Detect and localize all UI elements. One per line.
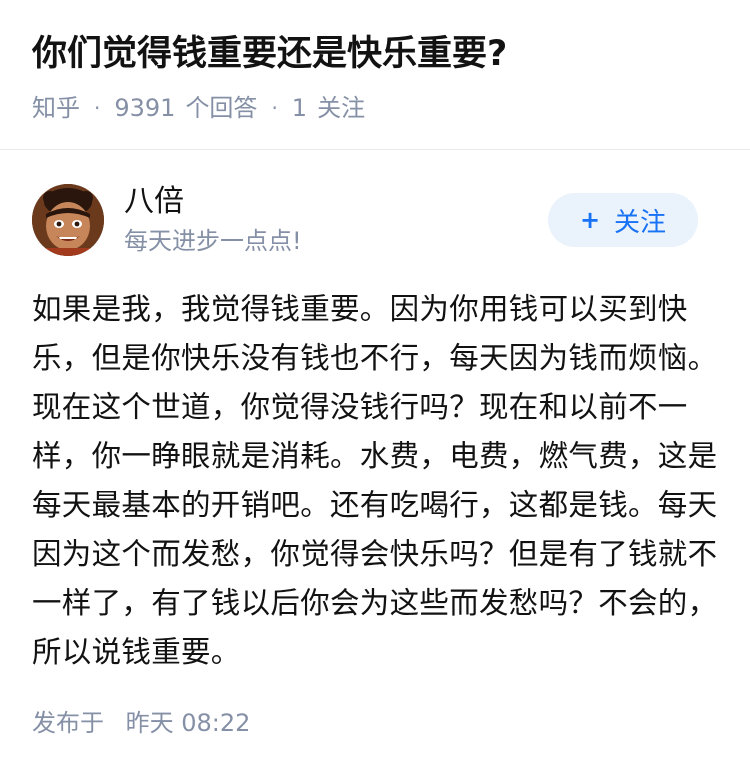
author-bio: 每天进步一点点! [124, 227, 302, 255]
answer-count: 9391 [114, 94, 176, 122]
follow-button[interactable]: + 关注 [548, 193, 698, 247]
avatar[interactable] [32, 184, 104, 256]
follow-button-label: 关注 [614, 207, 667, 238]
answer-content: 如果是我，我觉得钱重要。因为你用钱可以买到快乐，但是你快乐没有钱也不行，每天因为… [32, 292, 718, 669]
question-title[interactable]: 你们觉得钱重要还是快乐重要? [32, 30, 718, 78]
answer-page: 你们觉得钱重要还是快乐重要? 知乎 · 9391 个回答 · 1 关注 八倍 每… [0, 0, 750, 774]
source-label[interactable]: 知乎 [32, 91, 80, 125]
author-info: 八倍 每天进步一点点! + 关注 [0, 180, 750, 290]
author-name[interactable]: 八倍 [124, 182, 184, 222]
plus-icon: + [579, 206, 601, 234]
publish-label: 发布于 [32, 709, 104, 737]
meta-separator: · [94, 96, 101, 120]
answer-count-label[interactable]: 个回答 [185, 91, 257, 125]
question-header: 你们觉得钱重要还是快乐重要? 知乎 · 9391 个回答 · 1 关注 [0, 0, 750, 150]
avatar-image [32, 184, 104, 256]
question-meta: 知乎 · 9391 个回答 · 1 关注 [32, 91, 718, 125]
publish-info: 发布于 昨天 08:22 [32, 706, 250, 740]
follow-count-label: 关注 [317, 94, 366, 122]
follow-count: 1 [291, 94, 308, 122]
publish-time: 昨天 08:22 [125, 709, 251, 737]
meta-separator: · [271, 96, 278, 120]
